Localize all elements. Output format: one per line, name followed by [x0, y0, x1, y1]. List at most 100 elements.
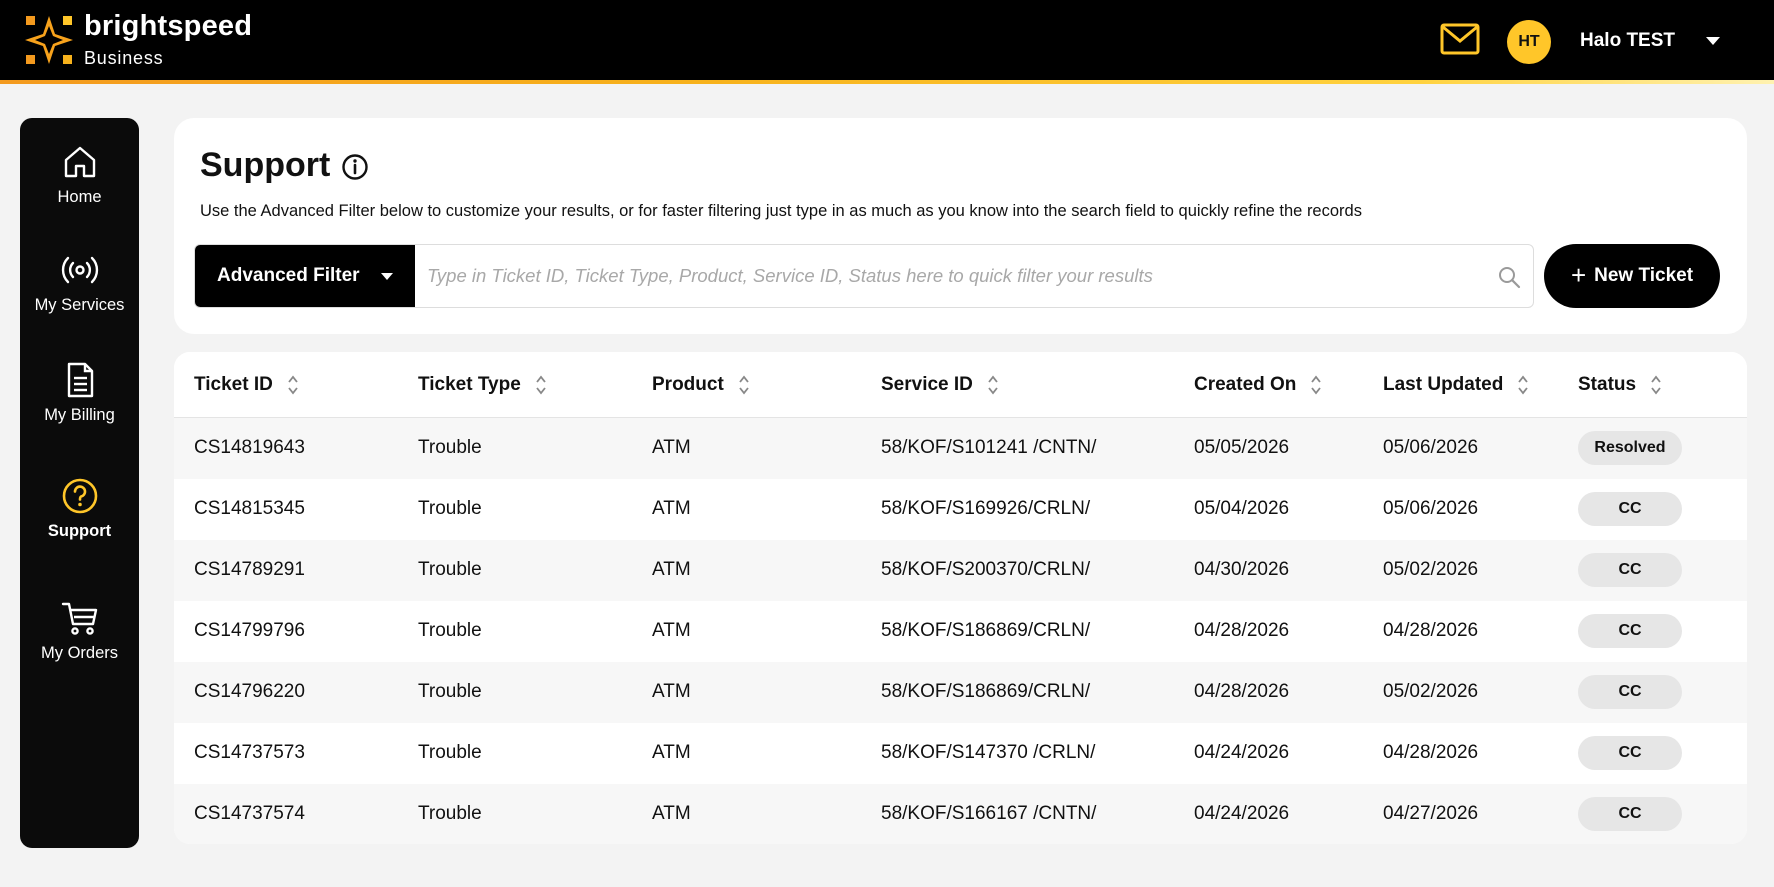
new-ticket-label: New Ticket: [1594, 265, 1694, 286]
table-row[interactable]: CS14819643 Trouble ATM 58/KOF/S101241 /C…: [174, 418, 1747, 479]
last-updated-cell: 05/02/2026: [1383, 681, 1479, 702]
ticket-id-cell[interactable]: CS14789291: [194, 559, 305, 581]
ticket-id-cell[interactable]: CS14737573: [194, 742, 305, 764]
ticket-type-cell: Trouble: [418, 559, 482, 580]
column-header-created-on[interactable]: Created On: [1194, 374, 1322, 396]
table-row[interactable]: CS14789291 Trouble ATM 58/KOF/S200370/CR…: [174, 540, 1747, 601]
table-row[interactable]: CS14799796 Trouble ATM 58/KOF/S186869/CR…: [174, 601, 1747, 662]
product-cell: ATM: [652, 803, 691, 824]
ticket-id-cell[interactable]: CS14796220: [194, 681, 305, 703]
last-updated-cell: 05/06/2026: [1383, 437, 1479, 458]
document-icon: [67, 362, 93, 398]
sidebar-item-label: My Services: [34, 296, 125, 314]
service-id-cell: 58/KOF/S101241 /CNTN/: [881, 437, 1097, 458]
status-badge: CC: [1578, 797, 1682, 831]
created-on-cell: 04/28/2026: [1194, 681, 1290, 702]
ticket-type-cell: Trouble: [418, 681, 482, 702]
sidebar-item-my-services[interactable]: My Services: [20, 250, 139, 346]
page-description: Use the Advanced Filter below to customi…: [200, 202, 1362, 220]
ticket-id-cell[interactable]: CS14799796: [194, 620, 305, 642]
status-badge: CC: [1578, 675, 1682, 709]
cart-icon: [61, 602, 97, 635]
column-header-label: Product: [652, 374, 724, 395]
column-header-label: Service ID: [881, 374, 973, 395]
product-cell: ATM: [652, 559, 691, 580]
sidebar-item-label: My Billing: [44, 406, 115, 424]
home-icon: [64, 146, 95, 178]
filter-bar: Advanced Filter: [194, 244, 1534, 308]
sidebar-item-my-orders[interactable]: My Orders: [20, 598, 139, 694]
service-id-cell: 58/KOF/S147370 /CRLN/: [881, 742, 1096, 763]
product-cell: ATM: [652, 498, 691, 519]
table-header: Ticket ID Ticket Type Product Service ID…: [174, 352, 1747, 418]
sidebar-item-my-billing[interactable]: My Billing: [20, 360, 139, 456]
last-updated-cell: 05/06/2026: [1383, 498, 1479, 519]
sidebar-item-label: Support: [47, 522, 112, 540]
status-badge: CC: [1578, 614, 1682, 648]
table-row[interactable]: CS14737574 Trouble ATM 58/KOF/S166167 /C…: [174, 784, 1747, 844]
brand-subtitle: Business: [84, 48, 164, 68]
ticket-type-cell: Trouble: [418, 620, 482, 641]
table-row[interactable]: CS14815345 Trouble ATM 58/KOF/S169926/CR…: [174, 479, 1747, 540]
ticket-type-cell: Trouble: [418, 437, 482, 458]
column-header-last-updated[interactable]: Last Updated: [1383, 374, 1529, 396]
last-updated-cell: 04/28/2026: [1383, 620, 1479, 641]
chevron-down-icon: [381, 273, 393, 280]
broadcast-icon: [61, 256, 98, 284]
product-cell: ATM: [652, 620, 691, 641]
new-ticket-button[interactable]: + New Ticket: [1544, 244, 1720, 308]
status-badge: CC: [1578, 553, 1682, 587]
last-updated-cell: 04/28/2026: [1383, 742, 1479, 763]
created-on-cell: 04/24/2026: [1194, 742, 1290, 763]
created-on-cell: 05/04/2026: [1194, 498, 1290, 519]
header-accent-line: [0, 80, 1774, 84]
sort-icon: [1311, 375, 1322, 395]
advanced-filter-button[interactable]: Advanced Filter: [195, 245, 415, 307]
user-name[interactable]: Halo TEST: [1580, 30, 1675, 52]
column-header-label: Status: [1578, 374, 1637, 395]
service-id-cell: 58/KOF/S186869/CRLN/: [881, 681, 1091, 702]
chevron-down-icon[interactable]: [1706, 37, 1720, 45]
sort-icon: [1651, 375, 1661, 395]
sidebar-item-support[interactable]: Support: [20, 476, 139, 572]
info-icon[interactable]: [340, 152, 370, 182]
ticket-type-cell: Trouble: [418, 498, 482, 519]
support-card: Support Use the Advanced Filter below to…: [174, 118, 1747, 334]
column-header-ticket-type[interactable]: Ticket Type: [418, 374, 547, 396]
sort-icon: [288, 375, 298, 395]
brightspeed-logo-icon[interactable]: [24, 14, 74, 66]
last-updated-cell: 04/27/2026: [1383, 803, 1479, 824]
created-on-cell: 05/05/2026: [1194, 437, 1290, 458]
tickets-table: Ticket ID Ticket Type Product Service ID…: [174, 352, 1747, 844]
sort-icon: [988, 375, 998, 395]
help-circle-icon: [62, 478, 97, 514]
column-header-label: Last Updated: [1383, 374, 1504, 395]
ticket-id-cell[interactable]: CS14815345: [194, 498, 305, 520]
sidebar: Home My Services My Billing Support My O…: [20, 118, 139, 848]
column-header-status[interactable]: Status: [1578, 374, 1662, 396]
column-header-product[interactable]: Product: [652, 374, 750, 396]
service-id-cell: 58/KOF/S166167 /CNTN/: [881, 803, 1097, 824]
sidebar-item-label: My Orders: [40, 644, 118, 662]
sidebar-item-home[interactable]: Home: [20, 142, 139, 238]
avatar[interactable]: HT: [1507, 20, 1551, 64]
ticket-id-cell[interactable]: CS14737574: [194, 803, 305, 825]
advanced-filter-label: Advanced Filter: [217, 265, 360, 286]
top-header: brightspeed Business HT Halo TEST: [0, 0, 1774, 84]
sort-icon: [536, 375, 546, 395]
status-badge: Resolved: [1578, 431, 1682, 465]
product-cell: ATM: [652, 437, 691, 458]
ticket-id-cell[interactable]: CS14819643: [194, 437, 305, 459]
search-input[interactable]: [427, 245, 1467, 307]
table-row[interactable]: CS14737573 Trouble ATM 58/KOF/S147370 /C…: [174, 723, 1747, 784]
column-header-service-id[interactable]: Service ID: [881, 374, 999, 396]
created-on-cell: 04/28/2026: [1194, 620, 1290, 641]
status-badge: CC: [1578, 492, 1682, 526]
column-header-ticket-id[interactable]: Ticket ID: [194, 374, 299, 396]
table-row[interactable]: CS14796220 Trouble ATM 58/KOF/S186869/CR…: [174, 662, 1747, 723]
mail-icon[interactable]: [1440, 22, 1480, 56]
search-icon[interactable]: [1497, 265, 1521, 289]
brand-name: brightspeed: [84, 10, 253, 42]
column-header-label: Ticket Type: [418, 374, 521, 395]
sidebar-item-label: Home: [57, 188, 102, 206]
